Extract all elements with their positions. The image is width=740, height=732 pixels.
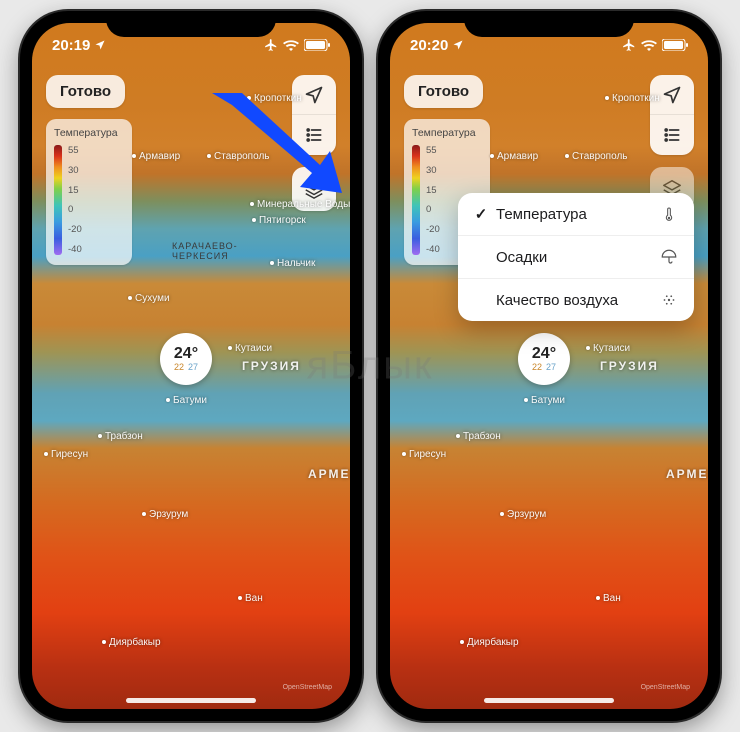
region-kchr: КАРАЧАЕВО- ЧЕРКЕСИЯ	[172, 241, 238, 261]
layers-popover: ✓ Температура Осадки Качество воздуха	[458, 193, 694, 321]
city-van: Ван	[596, 593, 621, 604]
popover-item-precipitation[interactable]: Осадки	[458, 236, 694, 279]
temperature-badge[interactable]: 24° 22 27	[518, 333, 570, 385]
wifi-icon	[641, 39, 657, 51]
list-button[interactable]	[650, 115, 694, 155]
city-kropotkin: Кропоткин	[605, 93, 660, 104]
popover-item-temperature[interactable]: ✓ Температура	[458, 193, 694, 236]
checkmark-icon: ✓	[472, 205, 490, 223]
notch	[106, 11, 276, 37]
phone-right: 20:20 Готово Температура	[378, 11, 720, 721]
country-armenia: АРМЕН	[308, 467, 350, 481]
low-temp: 22	[532, 362, 542, 372]
city-erzurum: Эрзурум	[500, 509, 546, 520]
umbrella-icon	[658, 248, 680, 266]
city-van: Ван	[238, 593, 263, 604]
high-temp: 27	[546, 362, 556, 372]
current-temp: 24°	[174, 346, 198, 362]
popover-label: Качество воздуха	[490, 292, 658, 309]
map-attribution: OpenStreetMap	[641, 684, 690, 691]
screen: 20:20 Готово Температура	[390, 23, 708, 709]
country-georgia: ГРУЗИЯ	[242, 359, 301, 373]
battery-icon	[662, 39, 688, 51]
annotation-arrow	[212, 93, 342, 193]
temperature-badge[interactable]: 24° 22 27	[160, 333, 212, 385]
done-button[interactable]: Готово	[404, 75, 483, 108]
city-diyarbakir: Диярбакыр	[460, 637, 519, 648]
particles-icon	[658, 291, 680, 309]
toolbar-stack	[650, 75, 694, 155]
city-kutaisi: Кутаиси	[228, 343, 272, 354]
status-time: 20:19	[52, 37, 90, 54]
home-indicator[interactable]	[126, 698, 256, 703]
city-giresun: Гиресун	[44, 449, 88, 460]
airplane-mode-icon	[264, 38, 278, 52]
city-erzurum: Эрзурум	[142, 509, 188, 520]
wifi-icon	[283, 39, 299, 51]
city-sukhumi: Сухуми	[128, 293, 170, 304]
legend-title: Температура	[412, 127, 482, 139]
city-giresun: Гиресун	[402, 449, 446, 460]
city-kutaisi: Кутаиси	[586, 343, 630, 354]
battery-icon	[304, 39, 330, 51]
thermometer-icon	[658, 205, 680, 223]
temperature-legend: Температура 55 30 15 0 -20 -40	[46, 119, 132, 265]
city-diyarbakir: Диярбакыр	[102, 637, 161, 648]
location-services-icon	[452, 39, 464, 51]
city-pyatigorsk: Пятигорск	[252, 215, 306, 226]
popover-item-air-quality[interactable]: Качество воздуха	[458, 279, 694, 321]
low-temp: 22	[174, 362, 184, 372]
status-time: 20:20	[410, 37, 448, 54]
country-armenia: АРМЕН	[666, 467, 708, 481]
current-temp: 24°	[532, 346, 556, 362]
home-indicator[interactable]	[484, 698, 614, 703]
list-icon	[662, 125, 682, 145]
location-arrow-icon	[662, 85, 682, 105]
map-attribution: OpenStreetMap	[283, 684, 332, 691]
legend-title: Температура	[54, 127, 124, 139]
legend-scale: 55 30 15 0 -20 -40	[68, 145, 82, 255]
city-armavir: Армавир	[490, 151, 538, 162]
location-services-icon	[94, 39, 106, 51]
notch	[464, 11, 634, 37]
city-nalchik: Нальчик	[270, 258, 315, 269]
city-minvody: Минеральные Воды	[250, 199, 350, 210]
airplane-mode-icon	[622, 38, 636, 52]
city-batumi: Батуми	[166, 395, 207, 406]
popover-label: Температура	[490, 206, 658, 223]
legend-scale: 55 30 15 0 -20 -40	[426, 145, 440, 255]
legend-gradient	[412, 145, 420, 255]
city-trabzon: Трабзон	[98, 431, 143, 442]
high-temp: 27	[188, 362, 198, 372]
city-trabzon: Трабзон	[456, 431, 501, 442]
done-button[interactable]: Готово	[46, 75, 125, 108]
city-stavropol: Ставрополь	[565, 151, 628, 162]
popover-label: Осадки	[490, 249, 658, 266]
country-georgia: ГРУЗИЯ	[600, 359, 659, 373]
screen: 20:19 Готово	[32, 23, 350, 709]
legend-gradient	[54, 145, 62, 255]
phone-left: 20:19 Готово	[20, 11, 362, 721]
city-batumi: Батуми	[524, 395, 565, 406]
city-armavir: Армавир	[132, 151, 180, 162]
